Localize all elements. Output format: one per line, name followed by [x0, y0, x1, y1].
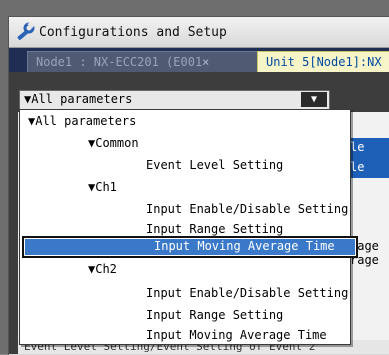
tab-unit5-label: Unit 5[Node1]:NX [266, 55, 382, 69]
title-bar: Configurations and Setup [9, 17, 389, 48]
tab-bar: Node1 : NX-ECC201 (E001× Unit 5[Node1]:N… [9, 48, 389, 74]
list-item-label: Input Moving Average Time [154, 239, 335, 253]
chevron-down-icon[interactable]: ▼ [301, 92, 327, 107]
tab-node1[interactable]: Node1 : NX-ECC201 (E001× [27, 51, 269, 74]
list-item-ch2-input-range[interactable]: Input Range Setting [146, 306, 283, 326]
list-item-ch2[interactable]: ▼Ch2 [88, 260, 117, 280]
wrench-icon [15, 21, 35, 42]
list-item-ch2-input-enable[interactable]: Input Enable/Disable Setting [146, 284, 348, 304]
list-item-ch1-moving-average[interactable]: Input Moving Average Time [22, 236, 358, 258]
dropdown-value: ▼All parameters [24, 92, 133, 106]
table-cell: le [350, 160, 365, 174]
tab-unit5[interactable]: Unit 5[Node1]:NX [257, 51, 389, 74]
list-item-ch2-moving-average[interactable]: Input Moving Average Time [146, 326, 327, 346]
dropdown-list: ▼All parameters ▼Common Event Level Sett… [19, 109, 358, 346]
list-item-ch1-input-enable[interactable]: Input Enable/Disable Setting [146, 200, 348, 220]
list-item-event-level-setting[interactable]: Event Level Setting [146, 156, 283, 176]
parameter-filter-dropdown[interactable]: ▼All parameters ▼ [19, 90, 330, 110]
window-title: Configurations and Setup [39, 24, 227, 40]
close-icon[interactable]: × [202, 55, 209, 69]
list-item-all-parameters[interactable]: ▼All parameters [28, 112, 136, 132]
table-row-selected[interactable]: le le [350, 138, 389, 178]
tab-node1-label: Node1 : NX-ECC201 (E001 [36, 55, 203, 69]
list-item-ch1[interactable]: ▼Ch1 [88, 178, 117, 198]
table-cell: le [350, 140, 365, 154]
list-item-common[interactable]: ▼Common [88, 134, 139, 154]
